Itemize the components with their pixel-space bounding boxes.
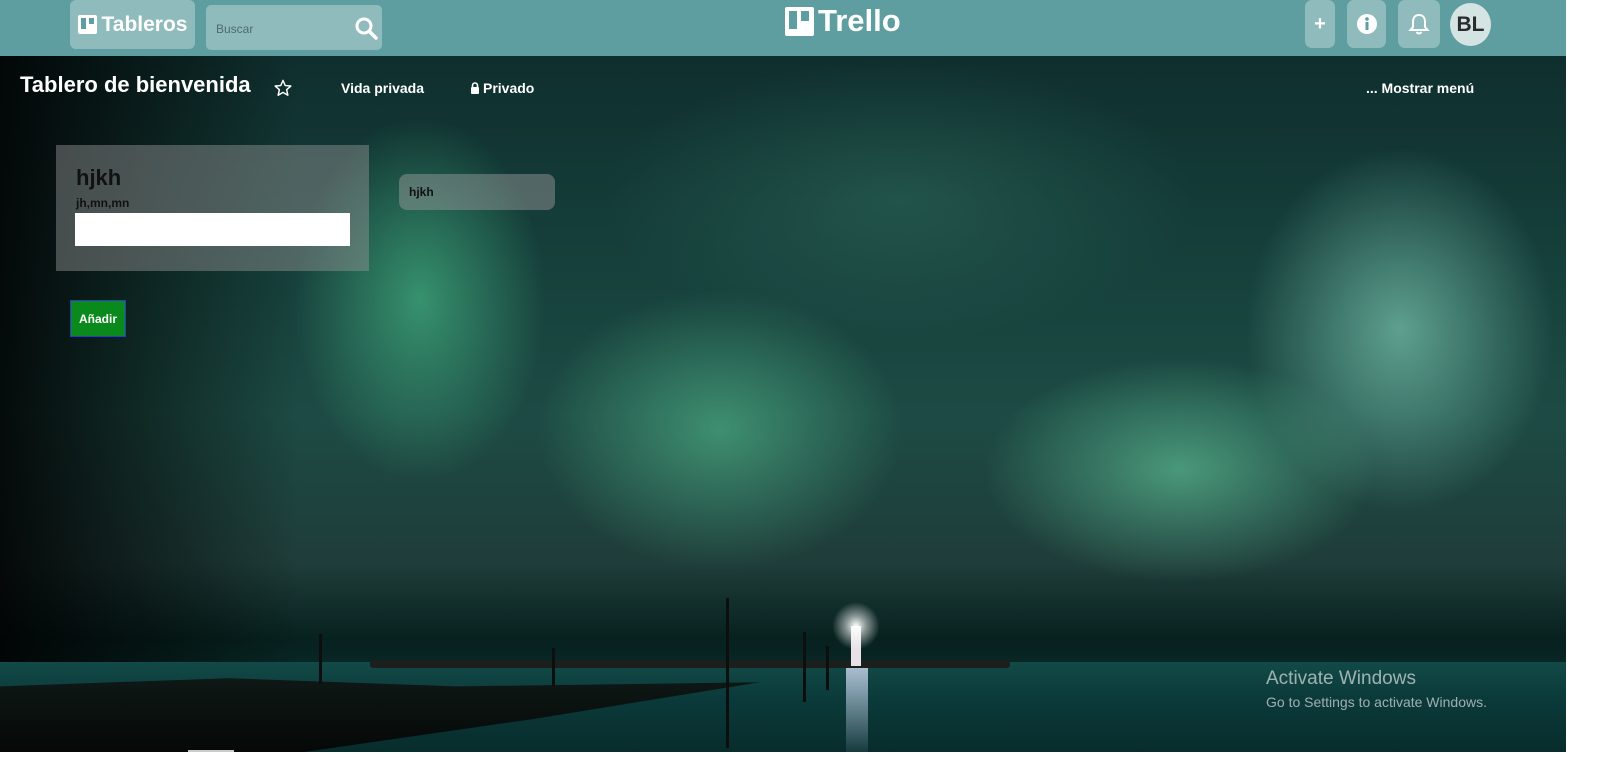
logo-text: Trello bbox=[818, 3, 901, 38]
board-icon bbox=[77, 15, 97, 34]
privacy-label: Privado bbox=[483, 80, 535, 96]
show-menu-button[interactable]: ... Mostrar menú bbox=[1366, 80, 1474, 96]
top-bar: Tableros Trello + BL bbox=[0, 0, 1566, 56]
board-background bbox=[0, 0, 1566, 752]
info-button[interactable] bbox=[1347, 0, 1386, 48]
search-input[interactable] bbox=[214, 5, 348, 52]
avatar-initials: BL bbox=[1456, 12, 1485, 36]
add-button-label: + bbox=[1314, 12, 1326, 35]
background-pole bbox=[319, 634, 322, 684]
boards-button-label: Tableros bbox=[101, 12, 188, 36]
windows-watermark-title: Activate Windows bbox=[1266, 668, 1416, 689]
background-jetty bbox=[370, 660, 1010, 668]
card-title-input[interactable] bbox=[75, 213, 350, 246]
team-visibility-label: Vida privada bbox=[341, 80, 425, 96]
lock-icon bbox=[471, 82, 479, 94]
background-pole bbox=[826, 646, 829, 690]
search-icon[interactable] bbox=[354, 16, 378, 40]
background-shade bbox=[0, 0, 300, 752]
trello-logo-icon bbox=[785, 6, 814, 36]
background-light-beam bbox=[832, 602, 880, 650]
avatar[interactable]: BL bbox=[1450, 3, 1491, 46]
windows-watermark-subtitle: Go to Settings to activate Windows. bbox=[1266, 694, 1487, 710]
board-title[interactable]: Tablero de bienvenida bbox=[20, 72, 251, 98]
bell-icon bbox=[1408, 13, 1430, 35]
scrollbar-thumb[interactable] bbox=[188, 750, 234, 752]
add-card-button[interactable]: Añadir bbox=[70, 300, 126, 337]
team-visibility-button[interactable]: Vida privada bbox=[341, 80, 424, 96]
background-pole bbox=[552, 648, 555, 686]
list-card[interactable]: hjkh bbox=[399, 174, 555, 210]
search-box bbox=[206, 5, 382, 52]
info-icon bbox=[1356, 14, 1377, 34]
background-pole bbox=[726, 598, 729, 748]
show-menu-label: ... Mostrar menú bbox=[1366, 80, 1475, 96]
background-reflection bbox=[846, 668, 868, 752]
background-pole bbox=[803, 632, 806, 702]
boards-button[interactable]: Tableros bbox=[70, 0, 195, 49]
notifications-button[interactable] bbox=[1398, 0, 1440, 48]
star-icon[interactable] bbox=[274, 79, 292, 97]
privacy-button[interactable]: Privado bbox=[470, 80, 534, 96]
list-title[interactable]: hjkh bbox=[76, 165, 121, 191]
add-button[interactable]: + bbox=[1305, 0, 1335, 48]
trello-logo[interactable]: Trello bbox=[785, 3, 901, 39]
list-subtitle: jh,mn,mn bbox=[76, 196, 130, 210]
list-panel: hjkh jh,mn,mn bbox=[56, 145, 369, 271]
